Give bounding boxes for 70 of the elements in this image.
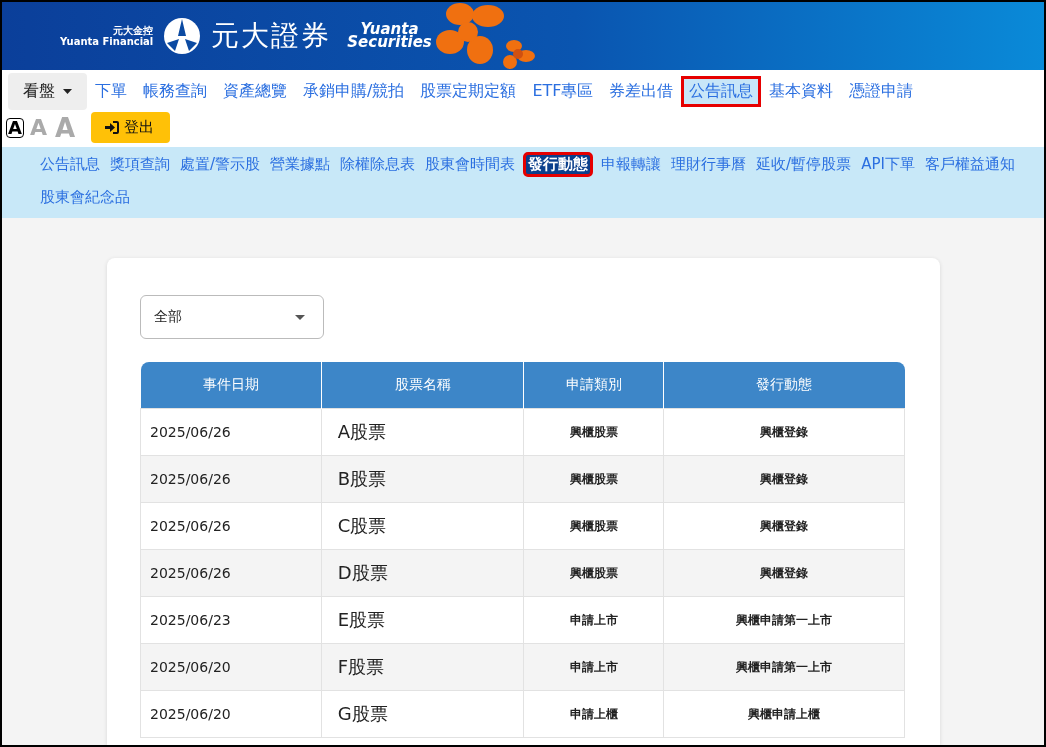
nav-link[interactable]: 公告訊息 <box>681 76 762 107</box>
sub-nav-link[interactable]: 延收/暫停股票 <box>751 152 857 177</box>
sub-nav-link[interactable]: 除權除息表 <box>335 152 421 177</box>
nav-link[interactable]: 股票定期定額 <box>412 76 525 107</box>
sub-nav-link[interactable]: 股東會時間表 <box>420 152 521 177</box>
table-cell: 興櫃申請第一上市 <box>663 596 905 644</box>
nav-link[interactable]: 券差出借 <box>601 76 682 107</box>
table-cell: 2025/06/23 <box>140 596 322 644</box>
table-cell: 興櫃登錄 <box>663 549 905 597</box>
table-cell: 興櫃股票 <box>523 502 664 550</box>
sign-in-icon <box>105 121 120 134</box>
sub-nav-link[interactable]: 發行動態 <box>523 152 594 177</box>
table-cell: 興櫃登錄 <box>663 502 905 550</box>
table-cell: 2025/06/26 <box>140 408 322 456</box>
logo-icon <box>163 17 202 55</box>
sub-nav-link[interactable]: 處置/警示股 <box>175 152 266 177</box>
sub-nav-link[interactable]: 股東會紀念品 <box>35 185 135 210</box>
table-cell: 興櫃股票 <box>523 549 664 597</box>
category-select[interactable]: 全部 <box>140 295 324 339</box>
brand-name-en: Securities <box>347 36 432 50</box>
table-cell: 2025/06/20 <box>140 690 322 738</box>
font-size-button[interactable]: A <box>52 113 78 142</box>
table-cell: G股票 <box>321 690 524 738</box>
table-cell: E股票 <box>321 596 524 644</box>
table-cell: 興櫃登錄 <box>663 408 905 456</box>
table-cell: 2025/06/26 <box>140 549 322 597</box>
font-size-button[interactable]: A <box>27 115 49 140</box>
sub-nav-link[interactable]: 客戶權益通知 <box>919 152 1020 177</box>
table-cell: 興櫃登錄 <box>663 455 905 503</box>
sub-nav-link[interactable]: 申報轉讓 <box>596 152 667 177</box>
dropdown-menu[interactable]: 看盤 <box>8 73 87 110</box>
group-name-en: Yuanta Financial <box>60 36 154 47</box>
table-cell: 申請上市 <box>523 643 664 691</box>
table-cell: D股票 <box>321 549 524 597</box>
nav-link[interactable]: 基本資料 <box>761 76 842 107</box>
caret-icon <box>63 89 72 94</box>
table-cell: 2025/06/26 <box>140 502 322 550</box>
table-cell: 興櫃股票 <box>523 408 664 456</box>
table-cell: F股票 <box>321 643 524 691</box>
table-cell: C股票 <box>321 502 524 550</box>
table-cell: 興櫃申請上櫃 <box>663 690 905 738</box>
column-header: 發行動態 <box>663 362 905 409</box>
sub-nav-link[interactable]: 營業據點 <box>265 152 336 177</box>
table-cell: A股票 <box>321 408 524 456</box>
sub-nav-link[interactable]: 公告訊息 <box>35 152 105 177</box>
table-cell: 興櫃申請第一上市 <box>663 643 905 691</box>
table-cell: 興櫃股票 <box>523 455 664 503</box>
nav-link[interactable]: 帳務查詢 <box>135 76 215 107</box>
column-header: 股票名稱 <box>321 362 524 409</box>
group-name: 元大金控 <box>113 25 154 36</box>
table-cell: 2025/06/20 <box>140 643 322 691</box>
nav-link[interactable]: 資產總覽 <box>215 76 295 107</box>
nav-link[interactable]: 憑證申請 <box>841 76 922 107</box>
logout-button[interactable]: 登出 <box>91 112 171 143</box>
nav-link[interactable]: 下單 <box>87 76 135 107</box>
column-header: 申請類別 <box>523 362 664 409</box>
brand-name: 元大證券 <box>211 18 332 54</box>
table-cell: 申請上市 <box>523 596 664 644</box>
nav-link[interactable]: ETF專區 <box>524 76 602 107</box>
sub-nav-link[interactable]: 獎項查詢 <box>105 152 175 177</box>
caret-icon <box>295 314 305 320</box>
nav-link[interactable]: 承銷申購/競拍 <box>295 76 413 107</box>
sub-nav-link[interactable]: 理財行事曆 <box>666 152 752 177</box>
table-cell: 申請上櫃 <box>523 690 664 738</box>
font-size-button[interactable]: A <box>6 117 24 138</box>
table-cell: B股票 <box>321 455 524 503</box>
table-cell: 2025/06/26 <box>140 455 322 503</box>
brand-name-en: Yuanta <box>360 22 419 36</box>
column-header: 事件日期 <box>140 362 322 409</box>
sub-nav-link[interactable]: API下單 <box>856 152 920 177</box>
